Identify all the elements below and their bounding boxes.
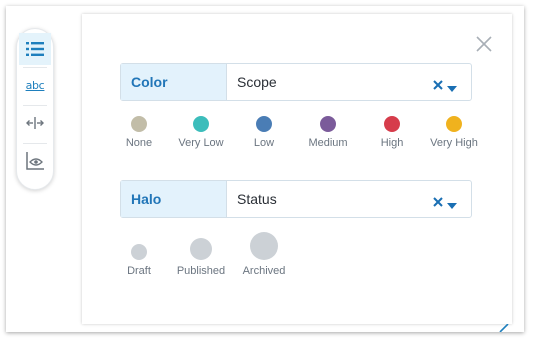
legend-label: Draft: [127, 265, 151, 277]
close-icon: [475, 36, 493, 57]
legend-dot: [446, 116, 462, 132]
view-toolbar: abc: [16, 28, 54, 190]
bulleted-list-icon: [26, 41, 44, 57]
resize-handle-icon[interactable]: [498, 319, 510, 333]
legend-dot: [131, 244, 147, 260]
legend-label: Published: [176, 265, 226, 277]
legend-label: Medium: [308, 137, 348, 149]
legend-label: Very Low: [178, 137, 224, 149]
clear-color-icon[interactable]: [433, 77, 443, 90]
legend-label: Low: [253, 137, 275, 149]
color-field-label: Color: [121, 64, 227, 100]
legend-dot: [250, 232, 278, 260]
legend-label: Archived: [242, 265, 286, 277]
legend-dot: [320, 116, 336, 132]
halo-legend-published: Published: [174, 232, 228, 282]
display-button[interactable]: [19, 145, 51, 177]
halo-legend-archived: Archived: [239, 232, 289, 282]
legend-dot: [384, 116, 400, 132]
horizontal-spacing-icon: [26, 117, 44, 129]
labels-button[interactable]: abc: [19, 69, 51, 101]
clear-halo-icon[interactable]: [433, 194, 443, 207]
close-button[interactable]: [475, 35, 493, 53]
legend-dot: [131, 116, 147, 132]
legend-dot: [256, 116, 272, 132]
legend-label: High: [380, 137, 404, 149]
legend-label: None: [125, 137, 153, 149]
color-field: Color Scope: [120, 63, 472, 101]
abc-text-icon: abc: [25, 78, 45, 92]
legend-label: Very High: [430, 137, 478, 149]
halo-legend-draft: Draft: [120, 232, 158, 282]
spacing-button[interactable]: [19, 107, 51, 139]
halo-field-label: Halo: [121, 181, 227, 217]
chart-eye-icon: [26, 152, 44, 170]
legend-dot: [190, 238, 212, 260]
list-view-button[interactable]: [19, 33, 51, 65]
halo-select-value: Status: [237, 191, 277, 207]
legend-dot: [193, 116, 209, 132]
legend-panel: Color Scope None Very Low Low Medium Hig…: [82, 14, 512, 333]
color-dropdown-caret-icon[interactable]: [447, 79, 457, 92]
halo-dropdown-caret-icon[interactable]: [447, 196, 457, 209]
halo-field: Halo Status: [120, 180, 472, 218]
color-select-value: Scope: [237, 74, 277, 90]
